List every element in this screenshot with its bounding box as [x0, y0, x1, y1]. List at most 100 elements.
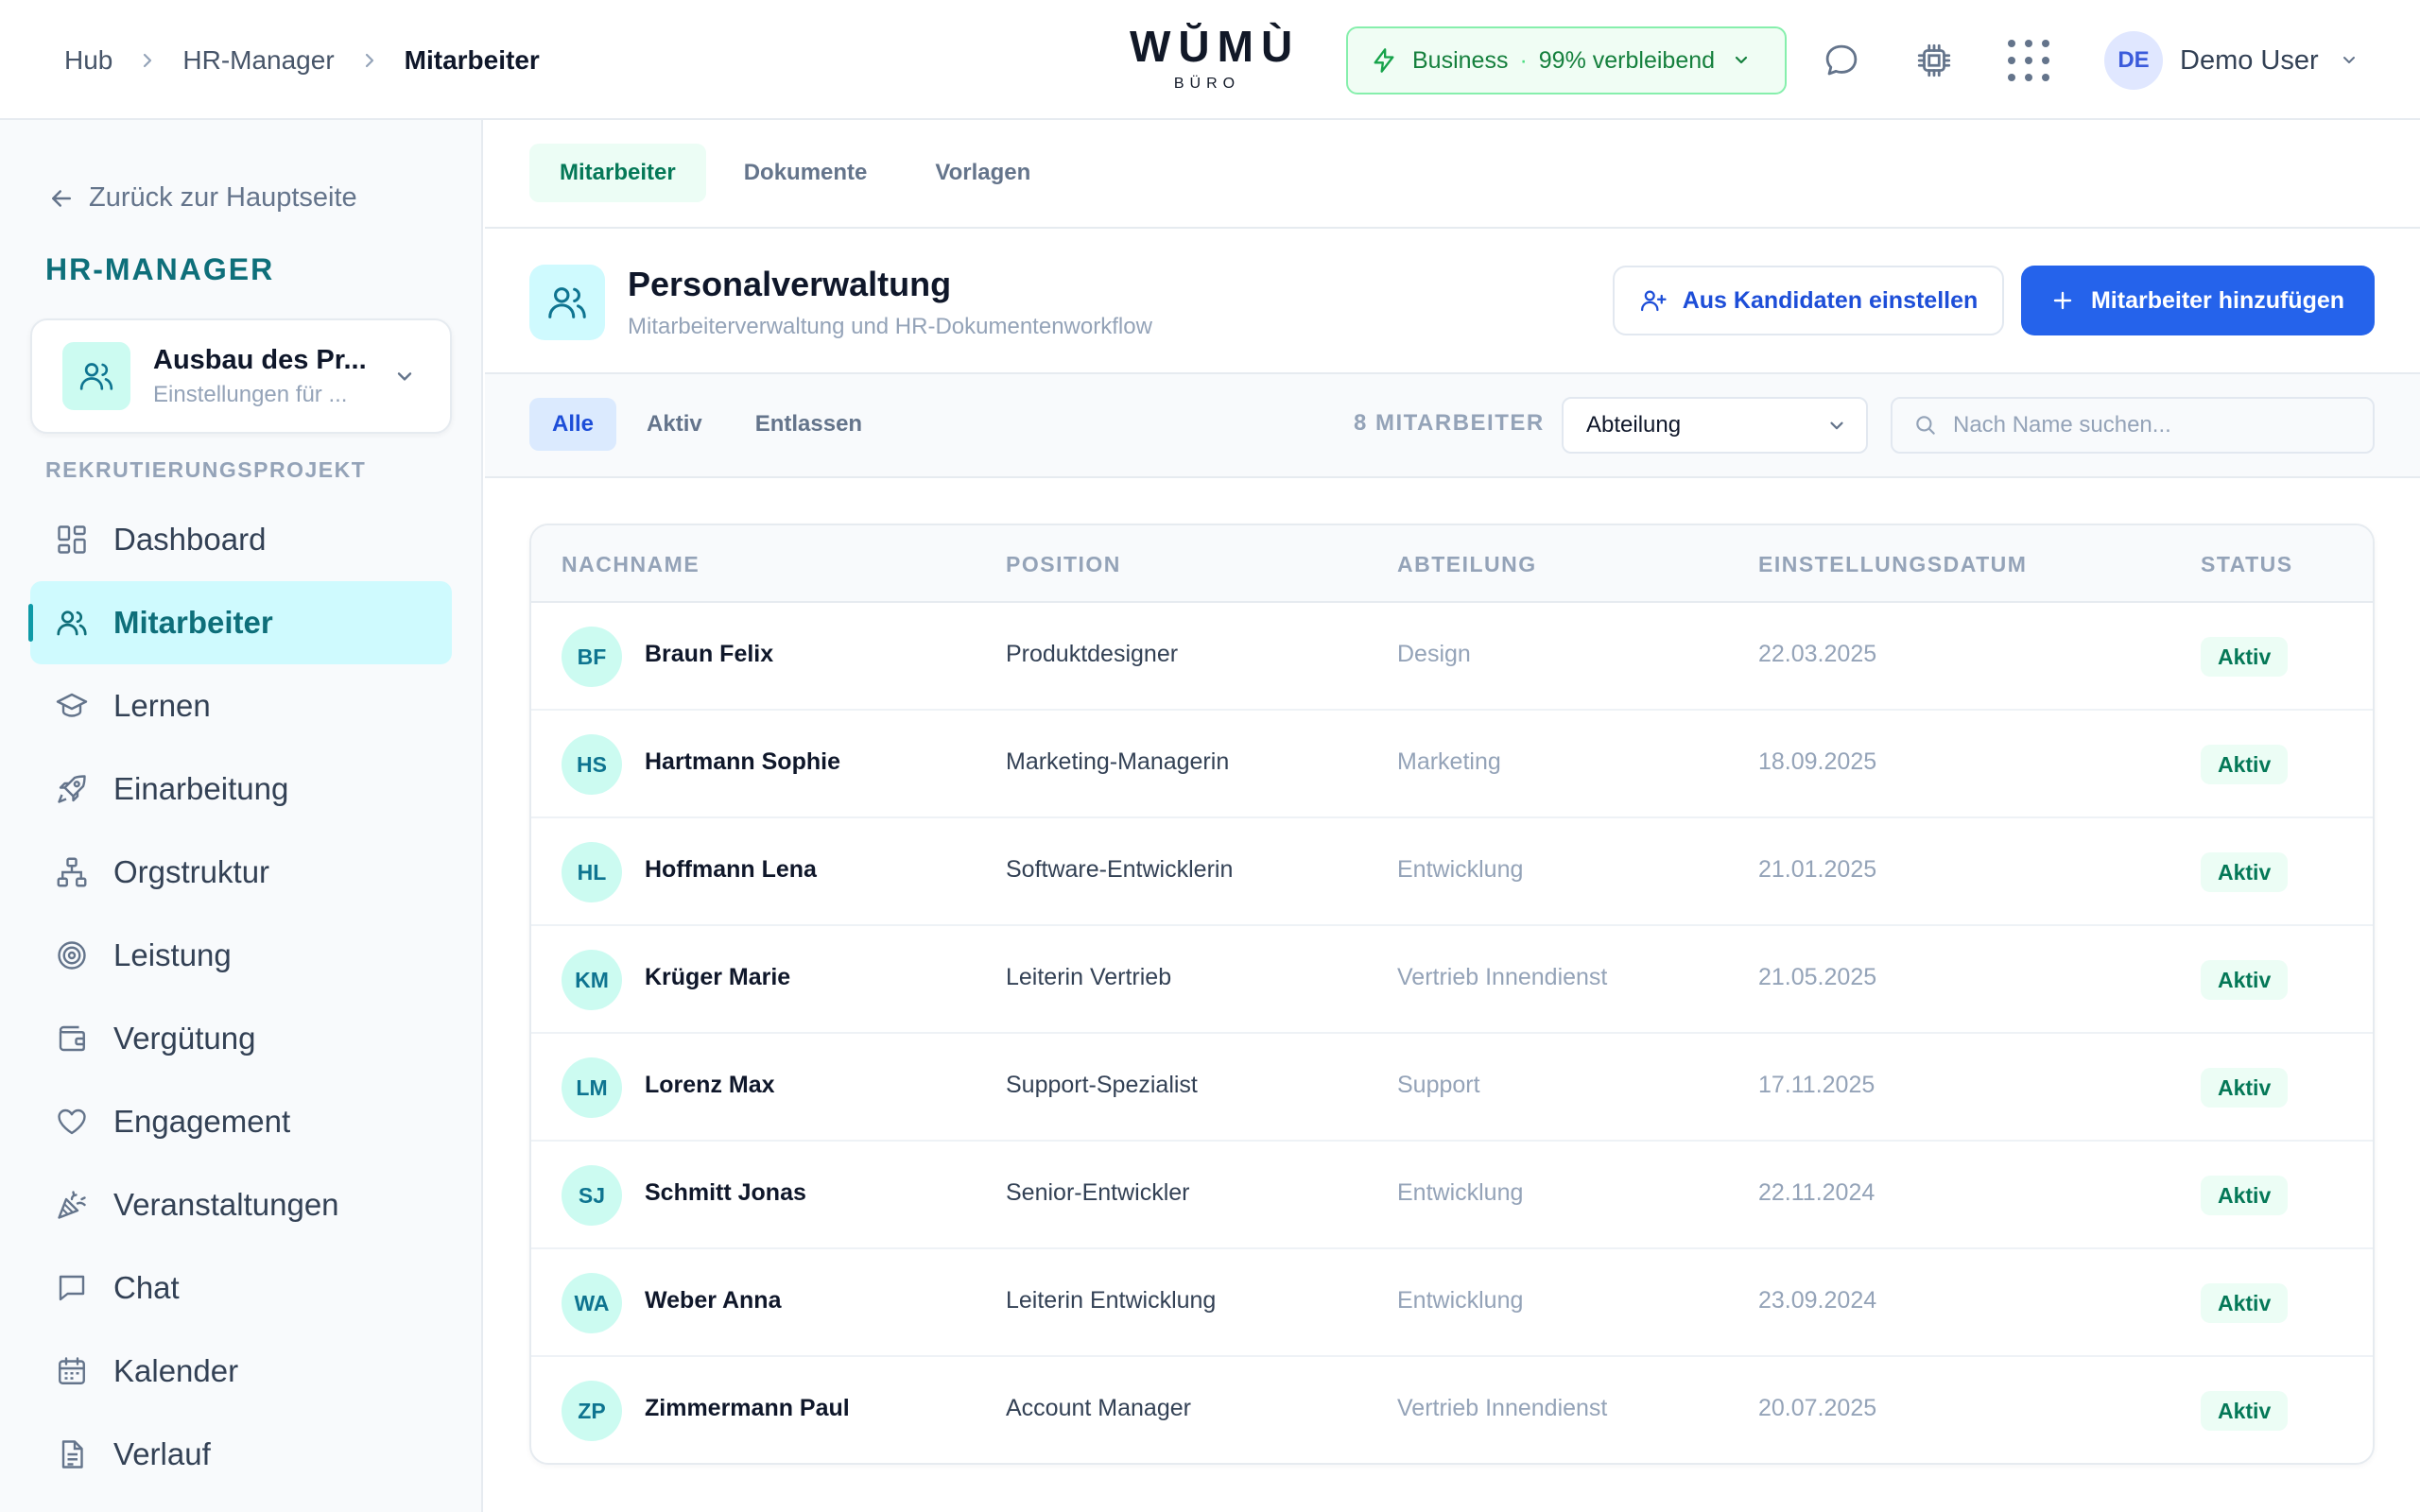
add-employee-button[interactable]: Mitarbeiter hinzufügen: [2021, 266, 2375, 335]
filter-tab-entlassen[interactable]: Entlassen: [733, 398, 885, 451]
sidebar-item-verguetung[interactable]: Vergütung: [30, 997, 452, 1080]
sidebar-item-orgstruktur[interactable]: Orgstruktur: [30, 831, 452, 914]
divider: [485, 476, 2420, 478]
plan-separator: ·: [1519, 46, 1528, 74]
table-row[interactable]: LM Lorenz Max Support-Spezialist Support…: [531, 1034, 2373, 1142]
sidebar-item-label: Einarbeitung: [113, 771, 289, 806]
chevron-down-icon: [393, 366, 416, 388]
plan-remaining: 99% verbleibend: [1538, 46, 1716, 74]
user-plus-icon: [1639, 286, 1683, 315]
breadcrumb: Hub HR-Manager Mitarbeiter: [64, 0, 540, 120]
cell-position: Produktdesigner: [1006, 641, 1179, 667]
table-row[interactable]: WA Weber Anna Leiterin Entwicklung Entwi…: [531, 1249, 2373, 1357]
user-menu[interactable]: DE Demo User: [2104, 30, 2359, 91]
column-header-abteilung[interactable]: ABTEILUNG: [1397, 552, 1537, 577]
cell-department: Support: [1397, 1072, 1480, 1098]
cell-department: Entwicklung: [1397, 1287, 1524, 1314]
breadcrumb-hub[interactable]: Hub: [64, 45, 112, 76]
avatar: DE: [2104, 31, 2163, 90]
sidebar-title: HR-MANAGER: [45, 252, 275, 286]
status-badge: Aktiv: [2201, 1391, 2289, 1431]
sidebar-item-kalender[interactable]: Kalender: [30, 1330, 452, 1413]
divider: [485, 227, 2420, 229]
search-input[interactable]: [1953, 412, 2350, 438]
user-name: Demo User: [2180, 44, 2319, 76]
table-row[interactable]: SJ Schmitt Jonas Senior-Entwickler Entwi…: [531, 1142, 2373, 1249]
cell-name: Braun Felix: [645, 641, 774, 667]
avatar: SJ: [562, 1165, 622, 1226]
table-header: NACHNAME POSITION ABTEILUNG EINSTELLUNGS…: [531, 525, 2373, 603]
tab-mitarbeiter[interactable]: Mitarbeiter: [529, 144, 706, 202]
sidebar-item-leistung[interactable]: Leistung: [30, 914, 452, 997]
table-row[interactable]: ZP Zimmermann Paul Account Manager Vertr…: [531, 1357, 2373, 1463]
plus-icon: [2051, 289, 2091, 312]
cell-hire-date: 17.11.2025: [1758, 1072, 1876, 1098]
filter-tab-aktiv[interactable]: Aktiv: [624, 398, 725, 451]
project-selector[interactable]: Ausbau des Pr... Einstellungen für ...: [30, 318, 452, 434]
sidebar-item-mitarbeiter[interactable]: Mitarbeiter: [28, 581, 452, 664]
cell-position: Senior-Entwickler: [1006, 1179, 1190, 1206]
tab-dokumente[interactable]: Dokumente: [714, 144, 898, 202]
plan-dropdown[interactable]: Business · 99% verbleibend: [1346, 26, 1787, 94]
table-row[interactable]: HL Hoffmann Lena Software-Entwicklerin E…: [531, 818, 2373, 926]
arrow-left-icon: [47, 184, 89, 213]
avatar: HS: [562, 734, 622, 795]
department-select[interactable]: Abteilung: [1562, 397, 1868, 454]
sidebar-item-veranstaltungen[interactable]: Veranstaltungen: [30, 1163, 452, 1246]
sidebar-item-lernen[interactable]: Lernen: [30, 664, 452, 747]
chip-icon[interactable]: [1910, 36, 1959, 85]
chat-bubble-icon[interactable]: [1817, 36, 1866, 85]
filter-tab-alle[interactable]: Alle: [529, 398, 617, 451]
search-field: [1891, 397, 2375, 454]
cell-name: Hartmann Sophie: [645, 748, 840, 775]
cell-position: Leiterin Entwicklung: [1006, 1287, 1217, 1314]
page-subtitle: Mitarbeiterverwaltung und HR-Dokumentenw…: [628, 314, 1152, 339]
table-row[interactable]: BF Braun Felix Produktdesigner Design 22…: [531, 603, 2373, 711]
main-tabs: Mitarbeiter Dokumente Vorlagen: [529, 144, 1068, 202]
status-badge: Aktiv: [2201, 852, 2289, 892]
cell-name: Zimmermann Paul: [645, 1395, 850, 1421]
back-link[interactable]: Zurück zur Hauptseite: [47, 182, 357, 214]
party-icon: [53, 1186, 91, 1224]
column-header-status[interactable]: STATUS: [2201, 552, 2293, 577]
sidebar: Zurück zur Hauptseite HR-MANAGER Ausbau …: [0, 120, 483, 1512]
breadcrumb-current: Mitarbeiter: [404, 44, 540, 75]
users-icon: [62, 342, 130, 410]
employee-count: 8 MITARBEITER: [1354, 410, 1545, 436]
column-header-einstellungsdatum[interactable]: EINSTELLUNGSDATUM: [1758, 552, 2027, 577]
project-sub: Einstellungen für ...: [153, 381, 348, 407]
plan-name: Business: [1412, 46, 1509, 74]
table-row[interactable]: HS Hartmann Sophie Marketing-Managerin M…: [531, 711, 2373, 818]
sidebar-item-label: Lernen: [113, 688, 211, 723]
top-bar: Hub HR-Manager Mitarbeiter WŬMÙ BÜRO Bus…: [0, 0, 2420, 120]
cell-department: Vertrieb Innendienst: [1397, 1395, 1608, 1421]
column-header-nachname[interactable]: NACHNAME: [562, 552, 700, 577]
sidebar-item-verlauf[interactable]: Verlauf: [30, 1413, 452, 1496]
sidebar-nav: Dashboard Mitarbeiter Lernen Einarbeitun…: [28, 498, 452, 1496]
sidebar-item-label: Veranstaltungen: [113, 1187, 339, 1222]
cell-position: Support-Spezialist: [1006, 1072, 1198, 1098]
sidebar-item-label: Dashboard: [113, 522, 267, 557]
logo[interactable]: WŬMÙ BÜRO: [1130, 21, 1292, 93]
status-filter-tabs: Alle Aktiv Entlassen: [529, 398, 892, 451]
sidebar-item-label: Engagement: [113, 1104, 291, 1139]
logo-sub: BÜRO: [1173, 76, 1241, 92]
table-row[interactable]: KM Krüger Marie Leiterin Vertrieb Vertri…: [531, 926, 2373, 1034]
cell-department: Entwicklung: [1397, 856, 1524, 883]
status-badge: Aktiv: [2201, 1068, 2289, 1108]
sidebar-item-engagement[interactable]: Engagement: [30, 1080, 452, 1163]
column-header-position[interactable]: POSITION: [1006, 552, 1121, 577]
chevron-down-icon: [2340, 51, 2359, 70]
sidebar-item-label: Kalender: [113, 1353, 239, 1388]
back-link-label: Zurück zur Hauptseite: [89, 182, 357, 213]
sidebar-item-dashboard[interactable]: Dashboard: [30, 498, 452, 581]
breadcrumb-hr-manager[interactable]: HR-Manager: [182, 45, 334, 76]
sidebar-item-chat[interactable]: Chat: [30, 1246, 452, 1330]
tab-vorlagen[interactable]: Vorlagen: [905, 144, 1061, 202]
document-icon: [53, 1435, 91, 1473]
sidebar-item-einarbeitung[interactable]: Einarbeitung: [30, 747, 452, 831]
sidebar-item-label: Chat: [113, 1270, 180, 1305]
apps-grid-icon[interactable]: [2004, 36, 2053, 85]
sidebar-item-label: Verlauf: [113, 1436, 211, 1471]
hire-from-candidates-button[interactable]: Aus Kandidaten einstellen: [1613, 266, 2004, 335]
